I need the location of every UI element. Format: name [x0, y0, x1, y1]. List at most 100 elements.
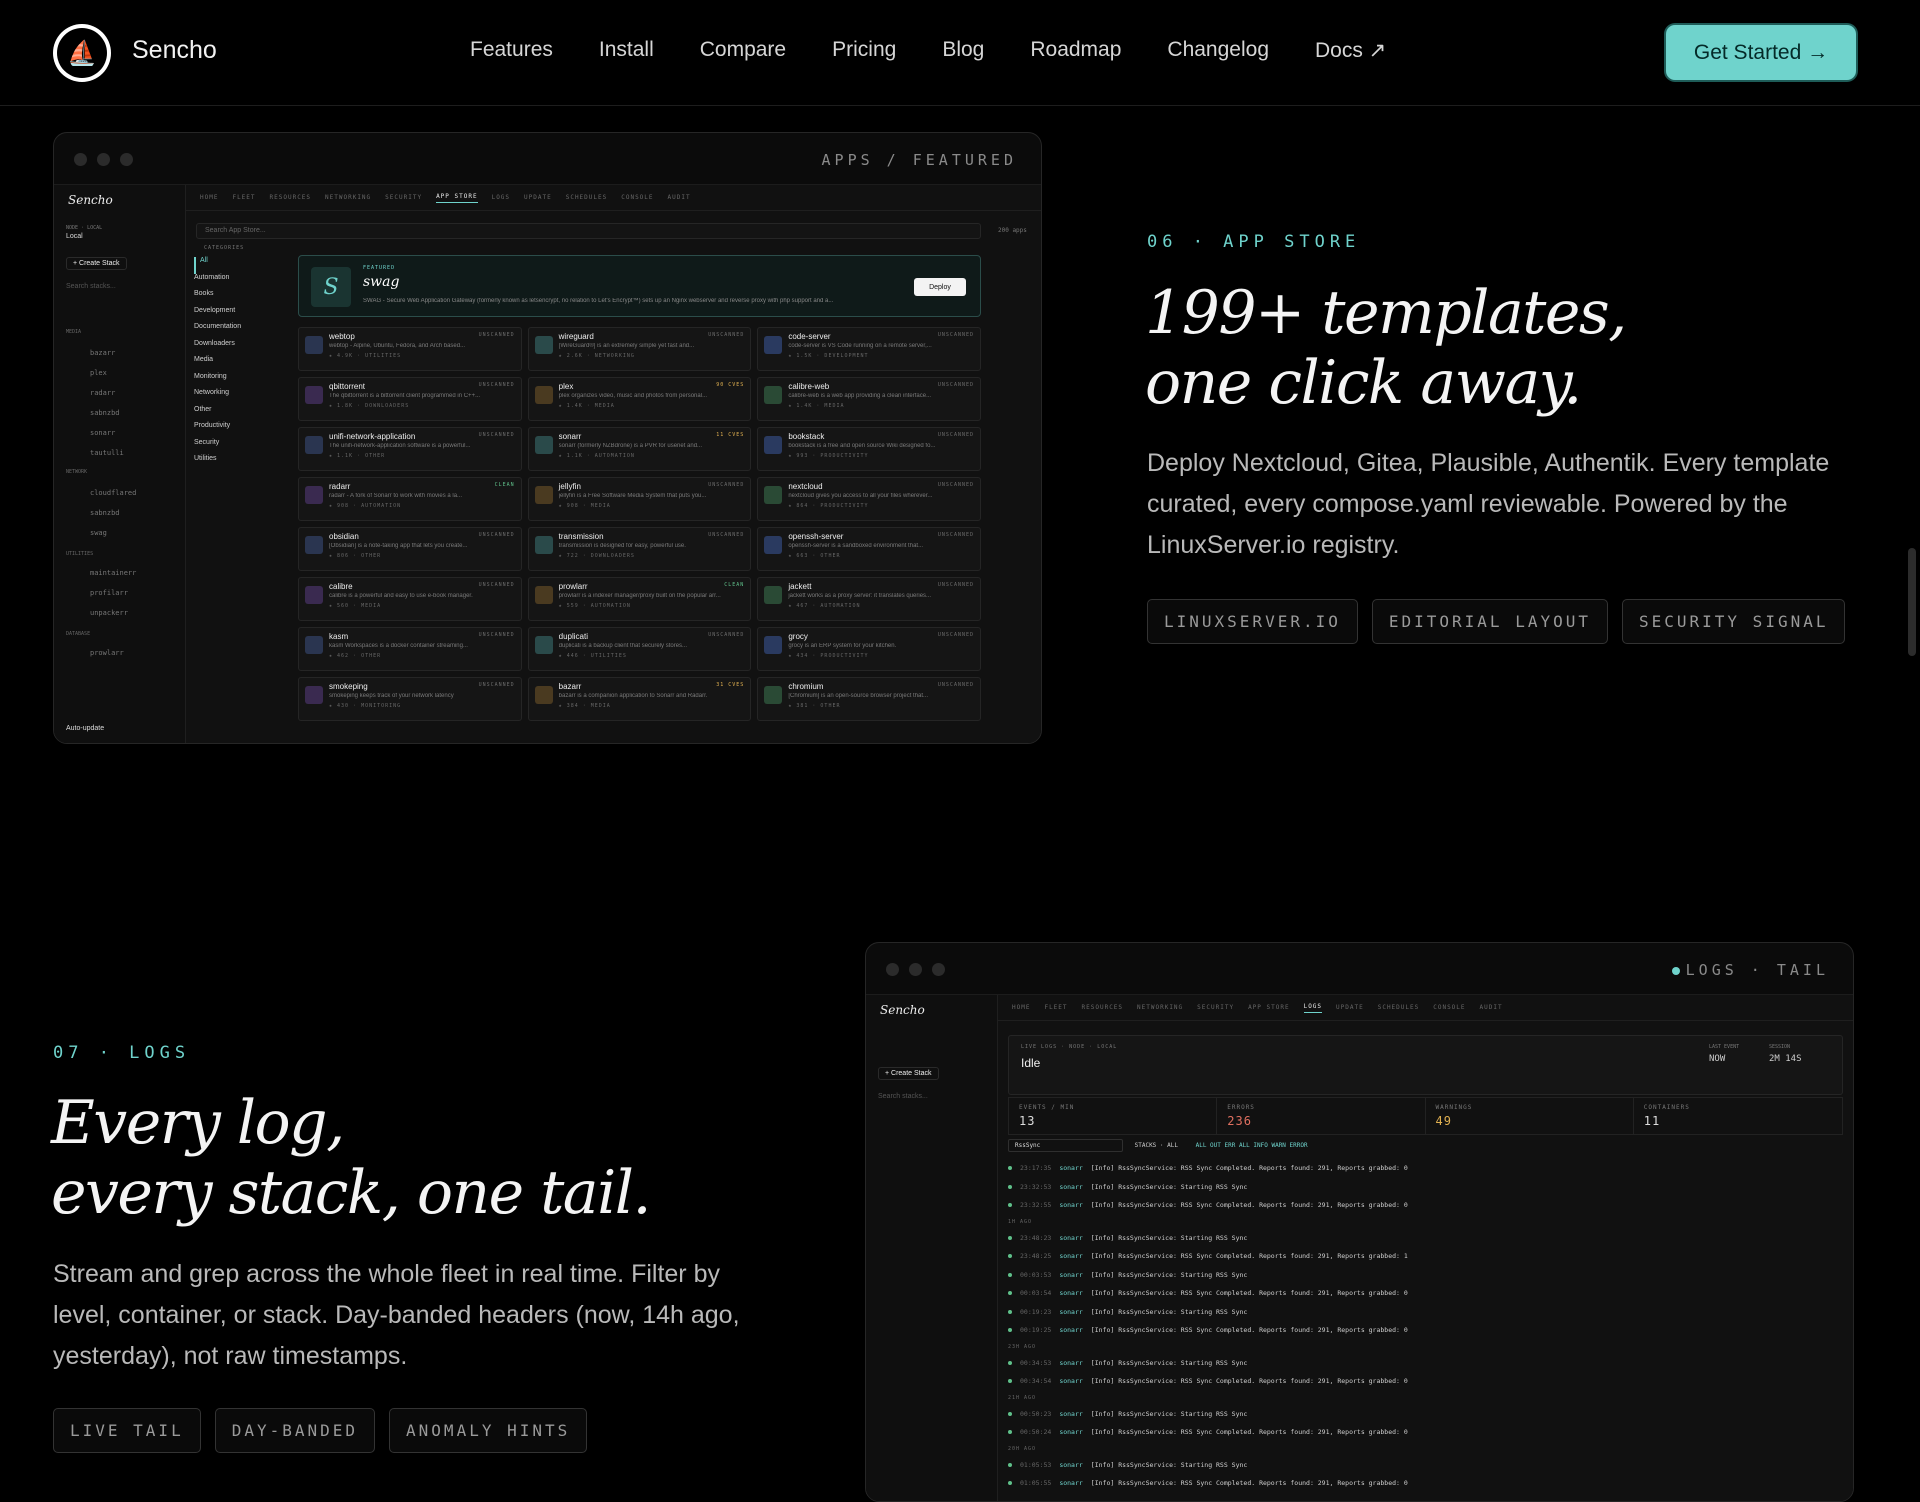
- tab-update[interactable]: UPDATE: [1336, 1004, 1364, 1011]
- log-line[interactable]: 00:03:54 sonarr [Info] RssSyncService: RSS…: [1008, 1284, 1843, 1303]
- tab-resources[interactable]: RESOURCES: [1082, 1004, 1124, 1011]
- tab-audit[interactable]: AUDIT: [668, 194, 691, 201]
- app-card[interactable]: duplicati duplicati is a backup client th…: [527, 627, 752, 671]
- search-stacks-input[interactable]: Search stacks...: [878, 1093, 928, 1100]
- category-item[interactable]: Development: [194, 307, 279, 324]
- category-item[interactable]: Downloaders: [194, 340, 279, 357]
- app-card[interactable]: unifi-network-application The unifi-netwo…: [298, 427, 522, 471]
- tab-home[interactable]: HOME: [200, 194, 218, 201]
- stack-item[interactable]: radarr: [90, 389, 115, 397]
- nav-link-blog[interactable]: Blog: [942, 38, 984, 63]
- app-card[interactable]: transmission transmission is designed for…: [527, 527, 752, 571]
- deploy-button[interactable]: Deploy: [914, 278, 966, 296]
- page-scrollbar[interactable]: [1908, 548, 1916, 656]
- logo-icon[interactable]: ⛵: [53, 24, 111, 82]
- tab-update[interactable]: UPDATE: [524, 194, 552, 201]
- category-item[interactable]: Productivity: [194, 422, 279, 439]
- level-filter[interactable]: ALL OUT ERR ALL INFO WARN ERROR: [1196, 1142, 1308, 1149]
- log-line[interactable]: 00:50:23 sonarr [Info] RssSyncService: Sta…: [1008, 1405, 1843, 1424]
- log-line[interactable]: 00:50:24 sonarr [Info] RssSyncService: RSS…: [1008, 1423, 1843, 1442]
- auto-update-toggle[interactable]: Auto-update: [66, 725, 104, 732]
- log-line[interactable]: 23:17:35 sonarr [Info] RssSyncService: RSS…: [1008, 1159, 1843, 1178]
- tab-home[interactable]: HOME: [1012, 1004, 1030, 1011]
- search-stacks-input[interactable]: Search stacks...: [66, 283, 116, 290]
- app-card[interactable]: jackett jackett works as a proxy server: …: [757, 577, 981, 621]
- log-line[interactable]: 00:19:23 sonarr [Info] RssSyncService: Sta…: [1008, 1303, 1843, 1322]
- node-value[interactable]: Local: [66, 233, 83, 240]
- app-card[interactable]: webtop webtop - Alpine, Ubuntu, Fedora, a…: [298, 327, 522, 371]
- featured-app-card[interactable]: S FEATURED swag SWAG - Secure Web Applic…: [298, 255, 981, 317]
- category-item[interactable]: Security: [194, 439, 279, 456]
- category-item[interactable]: Documentation: [194, 323, 279, 340]
- category-item[interactable]: Media: [194, 356, 279, 373]
- app-card[interactable]: kasm kasm Workspaces is a docker containe…: [298, 627, 522, 671]
- app-card[interactable]: prowlarr prowlarr is a indexer manager/pr…: [527, 577, 752, 621]
- app-card[interactable]: grocy grocy is an ERP system for your kit…: [757, 627, 981, 671]
- category-item[interactable]: Networking: [194, 389, 279, 406]
- log-line[interactable]: 01:05:53 sonarr [Info] RssSyncService: Sta…: [1008, 1456, 1843, 1475]
- category-item[interactable]: Other: [194, 406, 279, 423]
- nav-link-changelog[interactable]: Changelog: [1167, 38, 1269, 63]
- app-card[interactable]: chromium [Chromium] is an open-source bro…: [757, 677, 981, 721]
- nav-link-roadmap[interactable]: Roadmap: [1030, 38, 1121, 63]
- log-line[interactable]: 23:32:53 sonarr [Info] RssSyncService: Sta…: [1008, 1178, 1843, 1197]
- category-item[interactable]: Books: [194, 290, 279, 307]
- nav-link-compare[interactable]: Compare: [700, 38, 786, 63]
- app-card[interactable]: bookstack bookstack is a free and open so…: [757, 427, 981, 471]
- tab-fleet[interactable]: FLEET: [1044, 1004, 1067, 1011]
- app-card[interactable]: obsidian [Obsidian] is a note-taking app …: [298, 527, 522, 571]
- tab-schedules[interactable]: SCHEDULES: [1378, 1004, 1420, 1011]
- stack-item[interactable]: profilarr: [90, 589, 128, 597]
- log-line[interactable]: 01:05:55 sonarr [Info] RssSyncService: RSS…: [1008, 1474, 1843, 1493]
- app-store-search-input[interactable]: Search App Store...: [196, 223, 981, 239]
- tab-resources[interactable]: RESOURCES: [270, 194, 312, 201]
- log-line[interactable]: 00:34:54 sonarr [Info] RssSyncService: RSS…: [1008, 1372, 1843, 1391]
- create-stack-button[interactable]: + Create Stack: [878, 1067, 939, 1080]
- tab-logs[interactable]: LOGS: [492, 194, 510, 201]
- stack-item[interactable]: cloudflared: [90, 489, 136, 497]
- app-card[interactable]: radarr radarr - A fork of Sonarr to work …: [298, 477, 522, 521]
- category-item[interactable]: Utilities: [194, 455, 279, 472]
- category-item[interactable]: Monitoring: [194, 373, 279, 390]
- tab-console[interactable]: CONSOLE: [621, 194, 653, 201]
- log-line[interactable]: 00:19:25 sonarr [Info] RssSyncService: RSS…: [1008, 1321, 1843, 1340]
- tab-schedules[interactable]: SCHEDULES: [566, 194, 608, 201]
- app-card[interactable]: nextcloud nextcloud gives you access to a…: [757, 477, 981, 521]
- nav-link-install[interactable]: Install: [599, 38, 654, 63]
- tab-fleet[interactable]: FLEET: [232, 194, 255, 201]
- stack-item[interactable]: sabnzbd: [90, 509, 120, 517]
- stack-item[interactable]: prowlarr: [90, 649, 124, 657]
- app-card[interactable]: bazarr bazarr is a companion application …: [527, 677, 752, 721]
- category-item[interactable]: All: [194, 257, 279, 274]
- tab-logs[interactable]: LOGS: [1303, 1003, 1323, 1013]
- app-card[interactable]: plex plex organizes video, music and phot…: [527, 377, 752, 421]
- stack-item[interactable]: unpackerr: [90, 609, 128, 617]
- log-line[interactable]: 23:32:55 sonarr [Info] RssSyncService: RSS…: [1008, 1196, 1843, 1215]
- nav-link-features[interactable]: Features: [470, 38, 553, 63]
- category-item[interactable]: Automation: [194, 274, 279, 291]
- tab-app-store[interactable]: APP STORE: [1248, 1004, 1290, 1011]
- stacks-filter[interactable]: STACKS · ALL: [1135, 1142, 1178, 1149]
- brand-name[interactable]: Sencho: [132, 36, 217, 65]
- stack-item[interactable]: sabnzbd: [90, 409, 120, 417]
- tab-networking[interactable]: NETWORKING: [325, 194, 371, 201]
- tab-networking[interactable]: NETWORKING: [1137, 1004, 1183, 1011]
- tab-console[interactable]: CONSOLE: [1433, 1004, 1465, 1011]
- nav-link-pricing[interactable]: Pricing: [832, 38, 896, 63]
- app-card[interactable]: calibre calibre is a powerful and easy to…: [298, 577, 522, 621]
- app-card[interactable]: sonarr sonarr (formerly NZBdrone) is a PV…: [527, 427, 752, 471]
- stack-item[interactable]: tautulli: [90, 449, 124, 457]
- log-line[interactable]: 23:48:23 sonarr [Info] RssSyncService: Sta…: [1008, 1229, 1843, 1248]
- log-line[interactable]: 00:03:53 sonarr [Info] RssSyncService: Sta…: [1008, 1266, 1843, 1285]
- tab-app-store[interactable]: APP STORE: [436, 193, 478, 203]
- app-card[interactable]: qbittorrent The qbittorrent is a bittorre…: [298, 377, 522, 421]
- app-card[interactable]: code-server code-server is VS Code runnin…: [757, 327, 981, 371]
- get-started-button[interactable]: Get Started →: [1666, 25, 1856, 80]
- app-card[interactable]: wireguard [WireGuard®] is an extremely si…: [527, 327, 752, 371]
- stack-item[interactable]: sonarr: [90, 429, 115, 437]
- tab-security[interactable]: SECURITY: [1197, 1004, 1234, 1011]
- log-line[interactable]: 00:34:53 sonarr [Info] RssSyncService: Sta…: [1008, 1354, 1843, 1373]
- create-stack-button[interactable]: + Create Stack: [66, 257, 127, 270]
- nav-link-docs[interactable]: Docs ↗: [1315, 38, 1386, 63]
- tab-audit[interactable]: AUDIT: [1480, 1004, 1503, 1011]
